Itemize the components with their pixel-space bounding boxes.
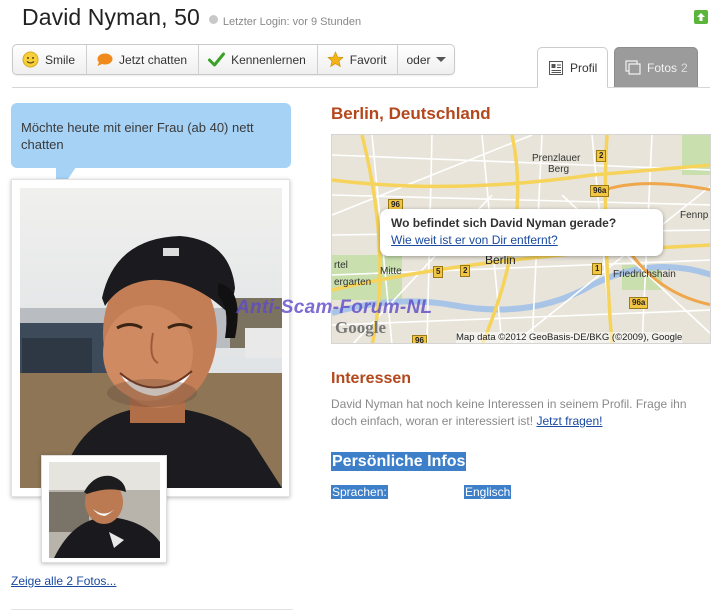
main-photo-frame: [11, 179, 290, 497]
road-sign: 2: [460, 265, 471, 277]
chat-label: Jetzt chatten: [119, 52, 188, 67]
profile-header: David Nyman, 50 Letzter Login: vor 9 Stu…: [22, 4, 361, 34]
google-logo: Google: [335, 318, 386, 337]
profile-name: David Nyman, 50: [22, 4, 200, 30]
tab-profile[interactable]: Profil: [537, 47, 608, 88]
thumbnail-frame: [41, 455, 167, 563]
map-popup: Wo befindet sich David Nyman gerade? Wie…: [380, 209, 663, 256]
chat-bubble-icon: [96, 51, 113, 68]
upload-icon[interactable]: [694, 10, 708, 24]
chat-button[interactable]: Jetzt chatten: [87, 45, 200, 74]
languages-value: Englisch: [464, 485, 512, 499]
smiley-icon: [22, 51, 39, 68]
interests-heading: Interessen: [331, 370, 412, 387]
road-sign: 5: [433, 266, 444, 278]
meet-label: Kennenlernen: [231, 52, 306, 67]
more-options-dropdown[interactable]: oder: [398, 45, 453, 74]
tab-photos-label: Fotos: [647, 60, 678, 75]
map-label-mitte: Mitte: [380, 266, 402, 277]
status-message-text: Möchte heute mit einer Frau (ab 40) nett…: [21, 120, 254, 152]
map-label-berg: Berg: [548, 164, 570, 175]
meet-button[interactable]: Kennenlernen: [199, 45, 318, 74]
road-sign: 96a: [629, 297, 649, 309]
status-message-bubble: Möchte heute mit einer Frau (ab 40) nett…: [11, 103, 291, 168]
interests-description: David Nyman hat noch keine Interessen in…: [331, 397, 687, 428]
road-sign: 2: [596, 150, 607, 162]
thumbnail-photo[interactable]: [49, 462, 160, 558]
online-status-icon: [208, 15, 218, 24]
show-all-photos-link[interactable]: Zeige alle 2 Fotos...: [11, 574, 116, 588]
profile-card-icon: [548, 60, 564, 76]
location-title: Berlin, Deutschland: [331, 104, 491, 123]
distance-link[interactable]: Wie weit ist er von Dir entfernt?: [391, 233, 663, 247]
ask-now-link[interactable]: Jetzt fragen!: [536, 414, 602, 428]
photos-stack-icon: [625, 59, 641, 76]
road-sign: 96: [412, 335, 427, 343]
interests-text: David Nyman hat noch keine Interessen in…: [331, 396, 701, 430]
map-label-rtel: rtel: [334, 260, 348, 271]
map-label-prenzlauer: Prenzlauer: [532, 153, 581, 164]
road-sign: 96a: [590, 185, 610, 197]
tab-profile-label: Profil: [570, 60, 598, 75]
smile-label: Smile: [45, 52, 76, 67]
map-popup-question: Wo befindet sich David Nyman gerade?: [391, 216, 617, 230]
action-toolbar: Smile Jetzt chatten Kennenlernen Favorit…: [12, 44, 455, 75]
map-label-ergarten: ergarten: [334, 277, 372, 288]
map-label-friedrichshain: Friedrichshain: [613, 269, 676, 280]
last-login-text: Letzter Login: vor 9 Stunden: [222, 16, 362, 28]
map-copyright: Map data ©2012 GeoBasis-DE/BKG (©2009), …: [456, 332, 683, 343]
main-profile-photo[interactable]: [20, 188, 282, 488]
watermark-text: Anti-Scam-Forum-NL: [236, 297, 433, 318]
languages-label: Sprachen:: [331, 485, 388, 499]
personal-info-heading: Persönliche Infos: [331, 452, 467, 471]
left-column-divider: [11, 609, 293, 610]
favorite-button[interactable]: Favorit: [318, 45, 399, 74]
photos-count: 2: [681, 60, 688, 75]
more-options-label: oder: [406, 52, 431, 67]
smile-button[interactable]: Smile: [13, 45, 88, 74]
road-sign: 1: [592, 263, 603, 275]
star-icon: [327, 51, 344, 68]
favorite-label: Favorit: [349, 52, 387, 67]
chevron-down-icon: [435, 57, 446, 62]
map-label-fennp: Fennp: [680, 210, 709, 221]
checkmark-icon: [208, 51, 226, 68]
tab-photos[interactable]: Fotos 2: [614, 47, 698, 88]
